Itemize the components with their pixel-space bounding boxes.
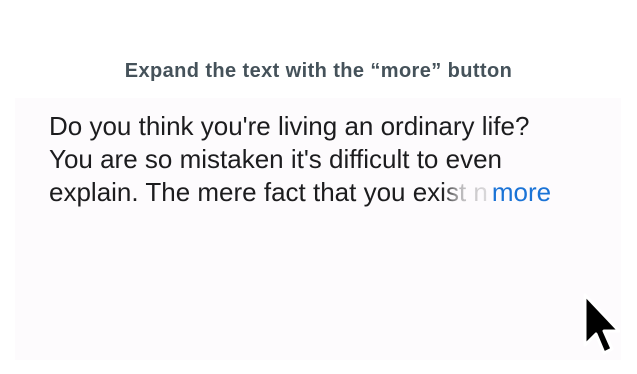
truncated-text: Do you think you're living an ordinary l…: [49, 110, 599, 209]
mouse-pointer-icon: [583, 293, 620, 355]
text-line-1: Do you think you're living an ordinary l…: [49, 111, 530, 141]
instruction-caption: Expand the text with the “more” button: [124, 60, 513, 82]
text-line-3: explain. The mere fact that you exist n …: [49, 176, 599, 209]
text-line-3-content: explain. The mere fact that you exist n: [49, 177, 488, 207]
more-button[interactable]: more: [492, 177, 551, 207]
text-card: Do you think you're living an ordinary l…: [15, 98, 621, 360]
faded-text: explain. The mere fact that you exist n: [49, 176, 488, 209]
text-line-2: You are so mistaken it's difficult to ev…: [49, 144, 502, 174]
